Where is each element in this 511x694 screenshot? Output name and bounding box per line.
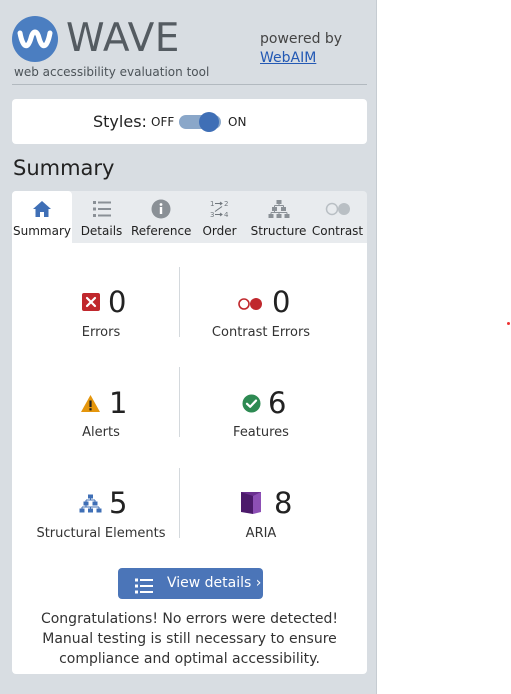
error-icon	[82, 293, 100, 315]
tab-bar: Summary Details Reference 1 2 3 4 Order Str…	[12, 191, 367, 243]
errors-count: 0	[108, 285, 127, 319]
styles-toggle-panel: Styles: OFF ON	[12, 99, 367, 144]
tab-order[interactable]: 1 2 3 4 Order	[190, 191, 249, 243]
webaim-link[interactable]: WebAIM	[260, 49, 316, 67]
styles-label: Styles:	[93, 112, 147, 131]
tab-reference[interactable]: Reference	[131, 191, 192, 243]
app-title: WAVE	[66, 16, 180, 61]
aria-count: 8	[274, 486, 293, 520]
order-icon: 1 2 3 4	[190, 198, 249, 220]
view-details-button[interactable]: View details ›	[118, 568, 263, 599]
list-icon	[135, 575, 153, 606]
structural-count: 5	[109, 486, 128, 520]
features-count: 6	[268, 386, 287, 420]
aria-icon	[239, 490, 263, 518]
tab-summary[interactable]: Summary	[12, 191, 72, 243]
styles-toggle-knob[interactable]	[199, 112, 219, 132]
info-icon	[131, 198, 190, 220]
tab-contrast[interactable]: Contrast	[308, 191, 367, 243]
column-divider	[179, 468, 180, 538]
errors-label: Errors	[81, 325, 121, 340]
contrast-errors-count: 0	[272, 285, 291, 319]
summary-heading: Summary	[13, 156, 115, 180]
svg-text:4: 4	[224, 211, 229, 219]
alerts-label: Alerts	[82, 425, 120, 440]
tab-summary-label: Summary	[13, 224, 71, 238]
wave-sidebar: WAVE web accessibility evaluation tool p…	[0, 0, 377, 694]
svg-text:2: 2	[224, 200, 228, 208]
tab-details-label: Details	[80, 224, 123, 238]
congratulations-message: Congratulations! No errors were detected…	[40, 611, 339, 667]
tab-details[interactable]: Details	[72, 191, 131, 243]
tab-order-label: Order	[202, 224, 237, 238]
alert-icon	[80, 394, 101, 417]
svg-text:1: 1	[210, 200, 214, 208]
powered-by-text: powered by	[260, 31, 343, 47]
list-icon	[72, 198, 131, 220]
view-details-label: View details ›	[167, 575, 262, 591]
tab-contrast-label: Contrast	[311, 224, 364, 238]
svg-text:3: 3	[210, 211, 214, 219]
features-label: Features	[233, 425, 289, 440]
structure-icon	[249, 198, 308, 220]
column-divider	[179, 267, 180, 337]
structural-label: Structural Elements	[36, 526, 166, 541]
summary-panel: 0 Errors 0 Contrast Errors 1 Alerts 6 Fe…	[12, 243, 367, 674]
app-subtitle: web accessibility evaluation tool	[14, 65, 210, 79]
tab-structure[interactable]: Structure	[249, 191, 308, 243]
column-divider	[179, 367, 180, 437]
header-divider	[12, 84, 367, 85]
aria-label: ARIA	[245, 526, 277, 541]
styles-on-label: ON	[228, 115, 247, 129]
home-icon	[12, 198, 72, 220]
wave-logo-icon	[12, 16, 58, 62]
contrast-errors-label: Contrast Errors	[211, 325, 311, 340]
tab-reference-label: Reference	[131, 224, 192, 238]
contrast-icon	[308, 198, 367, 220]
feature-check-icon	[242, 394, 261, 417]
structure-icon	[79, 494, 102, 517]
styles-off-label: OFF	[151, 115, 175, 129]
alerts-count: 1	[109, 386, 128, 420]
tab-structure-label: Structure	[250, 224, 307, 238]
contrast-error-icon	[237, 296, 263, 315]
page-marker-dot	[507, 322, 510, 325]
